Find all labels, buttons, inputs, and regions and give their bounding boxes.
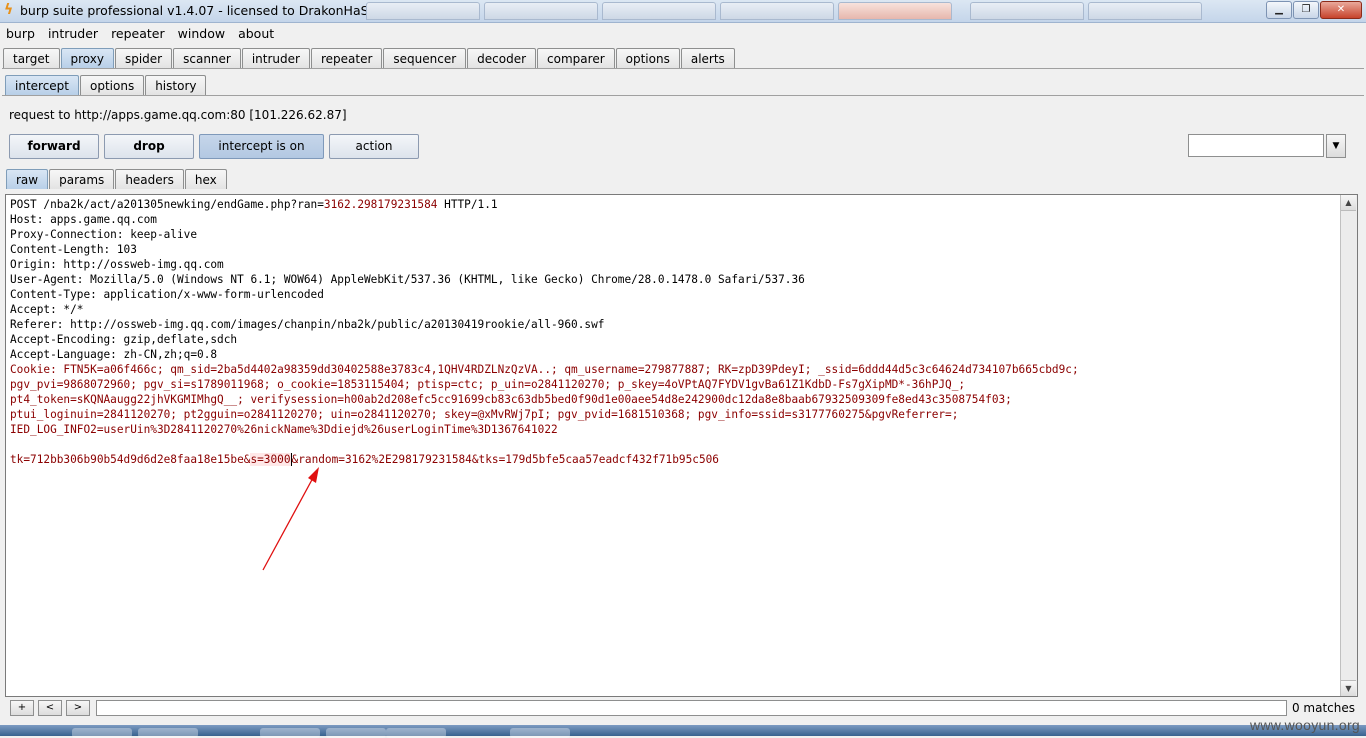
blurred-tab [602,2,716,20]
divider [2,95,1364,96]
blurred-tab [970,2,1084,20]
header-origin: Origin: http://ossweb-img.qq.com [10,258,224,271]
cookie-continued: ptui_loginuin=2841120270; pt2gguin=o2841… [10,408,959,421]
tab-alerts[interactable]: alerts [680,48,735,68]
header-user-agent: User-Agent: Mozilla/5.0 (Windows NT 6.1;… [10,273,805,286]
blurred-tab [720,2,834,20]
windows-taskbar [0,725,1366,738]
taskbar-item[interactable] [260,728,320,738]
header-accept-language: Accept-Language: zh-CN,zh;q=0.8 [10,348,218,361]
tab-proxy-options[interactable]: options [80,75,145,95]
tab-headers[interactable]: headers [115,169,184,189]
intercept-toggle-button[interactable]: intercept is on [199,134,324,159]
tab-raw[interactable]: raw [6,169,49,189]
blurred-tab [484,2,598,20]
forward-button[interactable]: forward [9,134,99,159]
search-input[interactable] [96,700,1287,716]
taskbar-item[interactable] [326,728,386,738]
cookie-continued: pgv_pvi=9868072960; pgv_si=s1789011968; … [10,378,966,391]
combo-field[interactable] [1188,134,1324,157]
action-button[interactable]: action [329,134,419,159]
header-referer: Referer: http://ossweb-img.qq.com/images… [10,318,605,331]
tab-target[interactable]: target [3,48,60,68]
menu-bar: burp intruder repeater window about [0,23,1366,45]
tab-comparer[interactable]: comparer [537,48,615,68]
blurred-tab [838,2,952,20]
cookie-continued: IED_LOG_INFO2=userUin%3D2841120270%26nic… [10,423,558,436]
previous-match-button[interactable]: < [38,700,62,716]
tab-spider[interactable]: spider [114,48,173,68]
window-controls: ▁ ❐ ✕ [1266,1,1362,19]
header-content-length: Content-Length: 103 [10,243,137,256]
match-count: 0 matches [1291,701,1355,715]
watermark: www.wooyun.org [1249,717,1360,733]
tab-scanner[interactable]: scanner [173,48,241,68]
minimize-button[interactable]: ▁ [1266,1,1292,19]
request-text: POST /nba2k/act/a201305newking/endGame.p… [10,197,1339,467]
taskbar-item[interactable] [386,728,446,738]
tab-sequencer[interactable]: sequencer [383,48,467,68]
tab-history[interactable]: history [145,75,207,95]
drop-button[interactable]: drop [104,134,194,159]
request-body: tk=712bb306b90b54d9d6d2e8faa18e15be&s=30… [10,453,719,466]
menu-intruder[interactable]: intruder [42,23,105,45]
taskbar-item[interactable] [510,728,570,738]
search-bar: + < > 0 matches [0,698,1366,720]
raw-request-editor[interactable]: POST /nba2k/act/a201305newking/endGame.p… [5,194,1358,697]
blurred-tab [1088,2,1202,20]
taskbar-item[interactable] [138,728,198,738]
tab-intercept[interactable]: intercept [5,75,79,95]
menu-window[interactable]: window [172,23,232,45]
tab-repeater[interactable]: repeater [310,48,383,68]
chevron-down-icon[interactable]: ▼ [1326,134,1346,158]
vertical-scrollbar[interactable]: ▲ ▼ [1340,195,1357,696]
close-button[interactable]: ✕ [1320,1,1362,19]
score-param-highlight: s=3000 [250,453,292,466]
header-cookie: Cookie: FTN5K=a06f466c; qm_sid=2ba5d4402… [10,363,1079,376]
message-tabs: raw params headers hex [6,169,228,189]
menu-repeater[interactable]: repeater [105,23,172,45]
title-bar: ϟ burp suite professional v1.4.07 - lice… [0,0,1366,23]
next-match-button[interactable]: > [66,700,90,716]
menu-burp[interactable]: burp [0,23,42,45]
taskbar-item[interactable] [72,728,132,738]
highlight-combo [1188,134,1346,158]
tab-intruder[interactable]: intruder [241,48,310,68]
header-accept: Accept: */* [10,303,84,316]
tab-options[interactable]: options [615,48,680,68]
header-accept-encoding: Accept-Encoding: gzip,deflate,sdch [10,333,238,346]
header-host: Host: apps.game.qq.com [10,213,157,226]
tab-hex[interactable]: hex [184,169,227,189]
cookie-continued: pt4_token=sKQNAaugg22jhVKGMIMhgQ__; veri… [10,393,1012,406]
blurred-tab [366,2,480,20]
window-title: burp suite professional v1.4.07 - licens… [20,3,377,18]
background-taskbar-tabs [366,2,1256,20]
main-tabs: target proxy spider scanner intruder rep… [3,48,736,68]
divider [2,68,1364,69]
tab-proxy[interactable]: proxy [60,48,114,68]
header-content-type: Content-Type: application/x-www-form-url… [10,288,324,301]
request-line: POST /nba2k/act/a201305newking/endGame.p… [10,198,498,211]
tab-decoder[interactable]: decoder [467,48,537,68]
proxy-tabs: intercept options history [5,75,207,95]
add-button[interactable]: + [10,700,34,716]
scroll-up-icon[interactable]: ▲ [1341,195,1356,211]
request-target-label: request to http://apps.game.qq.com:80 [1… [9,108,347,122]
maximize-button[interactable]: ❐ [1293,1,1319,19]
header-proxy-connection: Proxy-Connection: keep-alive [10,228,198,241]
burp-app-icon: ϟ [4,2,14,18]
tab-params[interactable]: params [49,169,115,189]
menu-about[interactable]: about [232,23,281,45]
scroll-down-icon[interactable]: ▼ [1341,680,1356,696]
